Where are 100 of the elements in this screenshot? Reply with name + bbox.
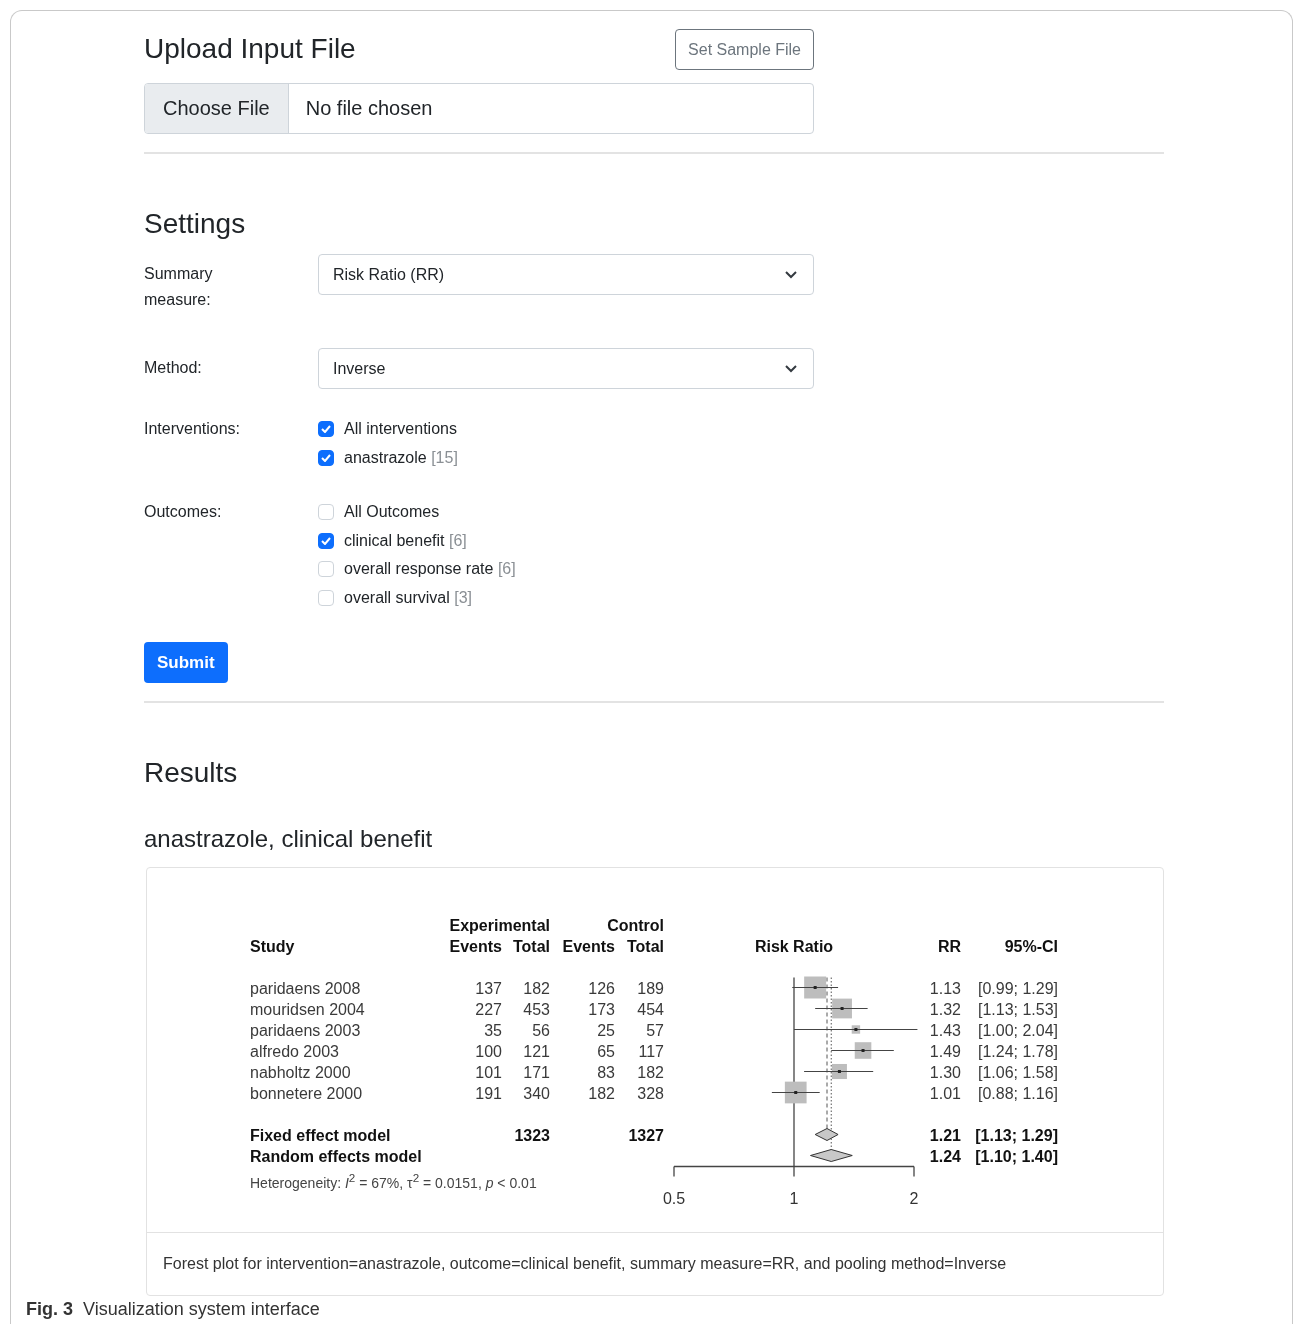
table-cell-text: 328 xyxy=(636,1084,664,1104)
study-marker xyxy=(830,1042,895,1059)
checkbox-label: overall response rate [6] xyxy=(344,560,516,579)
column-header: Experimental xyxy=(448,916,550,936)
table-cell-text: 340 xyxy=(522,1084,550,1104)
study-name: mouridsen 2004 xyxy=(250,1000,366,1020)
table-cell-text: 1.32 xyxy=(928,1000,961,1020)
table-cell-text: [1.10; 1.40] xyxy=(974,1147,1058,1167)
table-cell-text: 182 xyxy=(587,1084,615,1104)
table-cell-text: 25 xyxy=(596,1021,615,1041)
table-cell-text: 137 xyxy=(474,979,502,999)
column-header: Study xyxy=(250,937,296,957)
column-header: Total xyxy=(625,937,664,957)
table-cell-text: [1.00; 2.04] xyxy=(976,1021,1058,1041)
checkbox-label: overall survival [3] xyxy=(344,588,473,607)
submit-button[interactable]: Submit xyxy=(144,642,228,683)
study-name: alfredo 2003 xyxy=(250,1042,340,1062)
table-cell-text: 1.01 xyxy=(928,1084,961,1104)
chevron-down-icon xyxy=(785,364,797,373)
figure-caption: Visualization system interface xyxy=(83,1299,320,1320)
table-cell-text: 173 xyxy=(587,1000,615,1020)
column-header: Events xyxy=(561,937,615,957)
table-cell-text: 1.24 xyxy=(928,1147,961,1167)
check-icon xyxy=(321,453,331,462)
column-header: Risk Ratio xyxy=(754,938,834,955)
study-name: paridaens 2003 xyxy=(250,1021,362,1041)
study-marker xyxy=(814,998,869,1019)
select-field[interactable]: Inverse xyxy=(318,348,814,389)
section-title: Upload Input File xyxy=(144,31,356,66)
summary-diamond xyxy=(810,1149,853,1162)
figure-number: Fig. 3 xyxy=(26,1299,73,1320)
table-cell-text: 1.21 xyxy=(928,1126,961,1146)
axis-tick-label: 1 xyxy=(789,1189,799,1207)
model-name: Fixed effect model xyxy=(250,1126,392,1146)
select-value: Risk Ratio (RR) xyxy=(333,265,445,284)
table-cell-text: 453 xyxy=(522,1000,550,1020)
summary-diamond xyxy=(814,1128,839,1141)
select-field[interactable]: Risk Ratio (RR) xyxy=(318,254,814,295)
study-marker xyxy=(803,1064,874,1079)
checkbox[interactable] xyxy=(318,421,334,438)
chevron-down-icon xyxy=(785,270,797,279)
field-label: Interventions: xyxy=(144,419,241,439)
table-cell-text: 117 xyxy=(637,1042,664,1062)
table-cell-text: [1.24; 1.78] xyxy=(976,1042,1058,1062)
axis-tick-label: 2 xyxy=(909,1189,919,1207)
table-cell-text: 171 xyxy=(522,1063,550,1083)
table-cell-text: [1.13; 1.53] xyxy=(976,1000,1058,1020)
set-sample-file-button[interactable]: Set Sample File xyxy=(675,29,814,70)
table-cell-text: 182 xyxy=(636,1063,664,1083)
table-cell-text: 454 xyxy=(636,1000,664,1020)
table-cell-text: 100 xyxy=(474,1042,502,1062)
table-cell-text: 189 xyxy=(636,979,664,999)
table-cell-text: 126 xyxy=(587,979,615,999)
table-cell-text: 191 xyxy=(474,1084,502,1104)
choose-file-button[interactable]: Choose File xyxy=(145,84,289,133)
table-cell-text: 227 xyxy=(474,1000,502,1020)
check-icon xyxy=(321,425,331,434)
table-cell-text: 35 xyxy=(483,1021,502,1041)
table-cell-text: [0.88; 1.16] xyxy=(976,1084,1058,1104)
table-cell-text: 1327 xyxy=(627,1126,664,1146)
table-cell-text: [0.99; 1.29] xyxy=(976,979,1058,999)
study-name: nabholtz 2000 xyxy=(250,1063,352,1083)
column-header: 95%-CI xyxy=(1003,937,1058,957)
table-cell-text: 57 xyxy=(645,1021,664,1041)
table-cell-text: 1323 xyxy=(513,1126,550,1146)
checkbox[interactable] xyxy=(318,449,334,466)
table-cell-text: 56 xyxy=(531,1021,550,1041)
checkbox[interactable] xyxy=(318,532,334,549)
plot-caption: Forest plot for intervention=anastrazole, outcome=clinical benefit, summary measure=RR, and pooling method=Inverse xyxy=(163,1255,1007,1273)
table-cell-text: 65 xyxy=(596,1042,615,1062)
table-cell-text: 83 xyxy=(596,1063,615,1083)
field-label: Method: xyxy=(144,358,202,378)
table-cell-text: 1.13 xyxy=(928,979,961,999)
table-cell-text: 182 xyxy=(522,979,550,999)
checkbox-label: All Outcomes xyxy=(344,503,440,522)
section-title: Results xyxy=(144,756,239,790)
field-label: Outcomes: xyxy=(144,502,222,522)
axis-tick-label: 0.5 xyxy=(662,1189,686,1207)
table-cell-text: 1.30 xyxy=(928,1063,961,1083)
check-icon xyxy=(321,536,331,545)
table-cell-text: 1.49 xyxy=(928,1042,961,1062)
file-status: No file chosen xyxy=(304,97,433,120)
result-title: anastrazole, clinical benefit xyxy=(144,824,434,854)
table-cell-text: 101 xyxy=(474,1063,502,1083)
file-input[interactable]: Choose File No file chosen xyxy=(144,83,814,134)
study-name: bonnetere 2000 xyxy=(250,1084,364,1104)
table-cell-text: [1.06; 1.58] xyxy=(976,1063,1058,1083)
checkbox-label: All interventions xyxy=(344,420,457,439)
column-header: Control xyxy=(606,916,664,936)
study-marker xyxy=(771,1081,821,1104)
field-label: Summary measure: xyxy=(144,264,214,310)
model-name: Random effects model xyxy=(250,1147,423,1167)
checkbox-label: clinical benefit [6] xyxy=(344,531,467,550)
study-marker xyxy=(791,976,839,999)
column-header: RR xyxy=(936,937,961,957)
table-cell-text: [1.13; 1.29] xyxy=(974,1126,1058,1146)
column-header: Events xyxy=(448,937,502,957)
study-name: paridaens 2008 xyxy=(250,979,362,999)
select-value: Inverse xyxy=(333,359,386,378)
checkbox-label: anastrazole [15] xyxy=(344,448,458,467)
